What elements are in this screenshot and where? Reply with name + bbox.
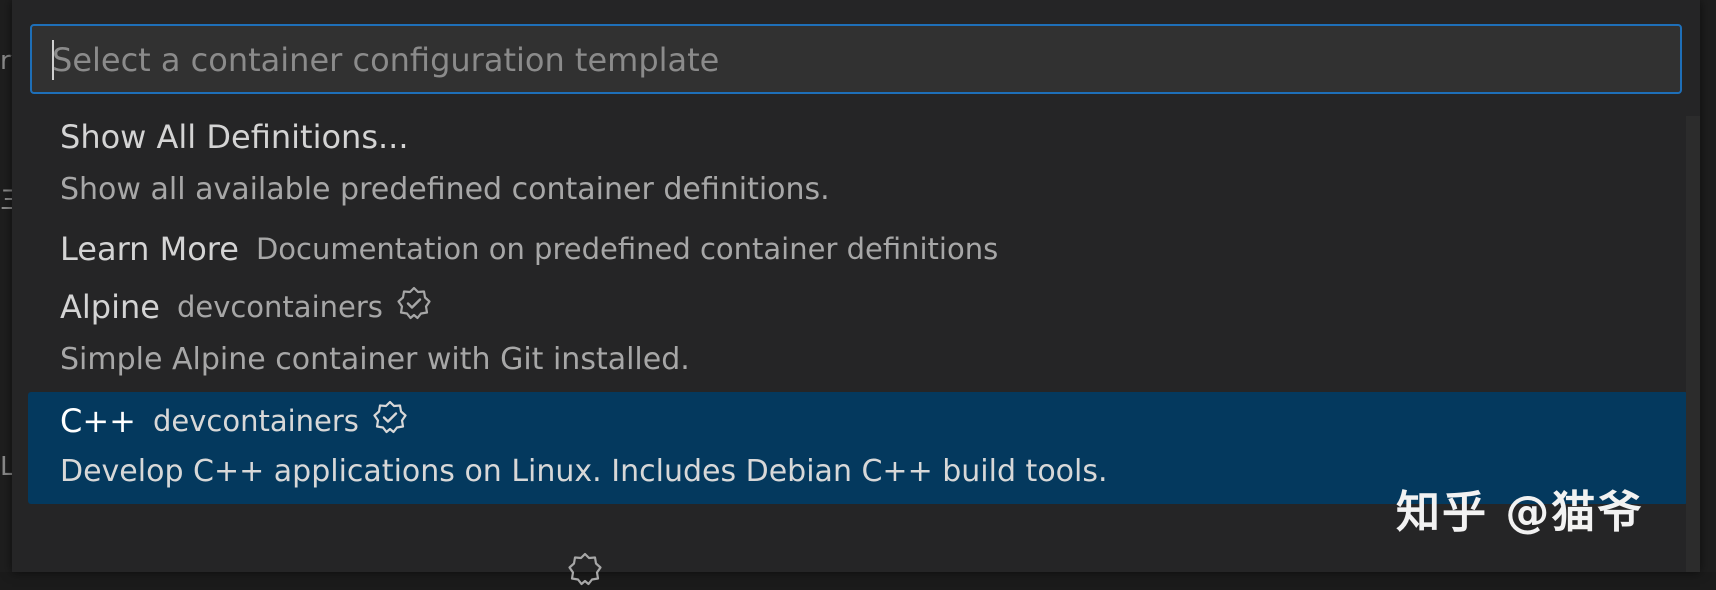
list-item-alpine[interactable]: Alpine devcontainers Simple Alpine conta… [28,280,1688,388]
item-label: Show All Definitions... [60,118,409,156]
verified-badge-icon [568,552,602,590]
list-item-learn-more[interactable]: Learn More Documentation on predefined c… [28,222,1688,280]
item-description: Develop C++ applications on Linux. Inclu… [60,454,1108,489]
item-detail: devcontainers [176,290,383,324]
item-description: Show all available predefined container … [60,172,830,207]
item-detail: Documentation on predefined container de… [255,232,999,266]
item-label: Alpine [60,288,160,326]
verified-badge-icon [397,286,431,320]
text-caret [52,40,54,80]
item-detail: devcontainers [152,404,359,438]
watermark: 知乎 @猫爷 [1396,487,1644,538]
list-item-show-all-definitions[interactable]: Show All Definitions... Show all availab… [28,116,1688,218]
item-label: C++ [60,402,136,440]
verified-badge-icon [373,400,407,434]
item-description: Simple Alpine container with Git install… [60,342,690,377]
item-label: Learn More [60,230,239,268]
quick-pick-search-input[interactable] [50,26,1674,94]
list-scrollbar[interactable] [1686,116,1700,572]
quick-pick-input-box[interactable] [30,24,1682,94]
